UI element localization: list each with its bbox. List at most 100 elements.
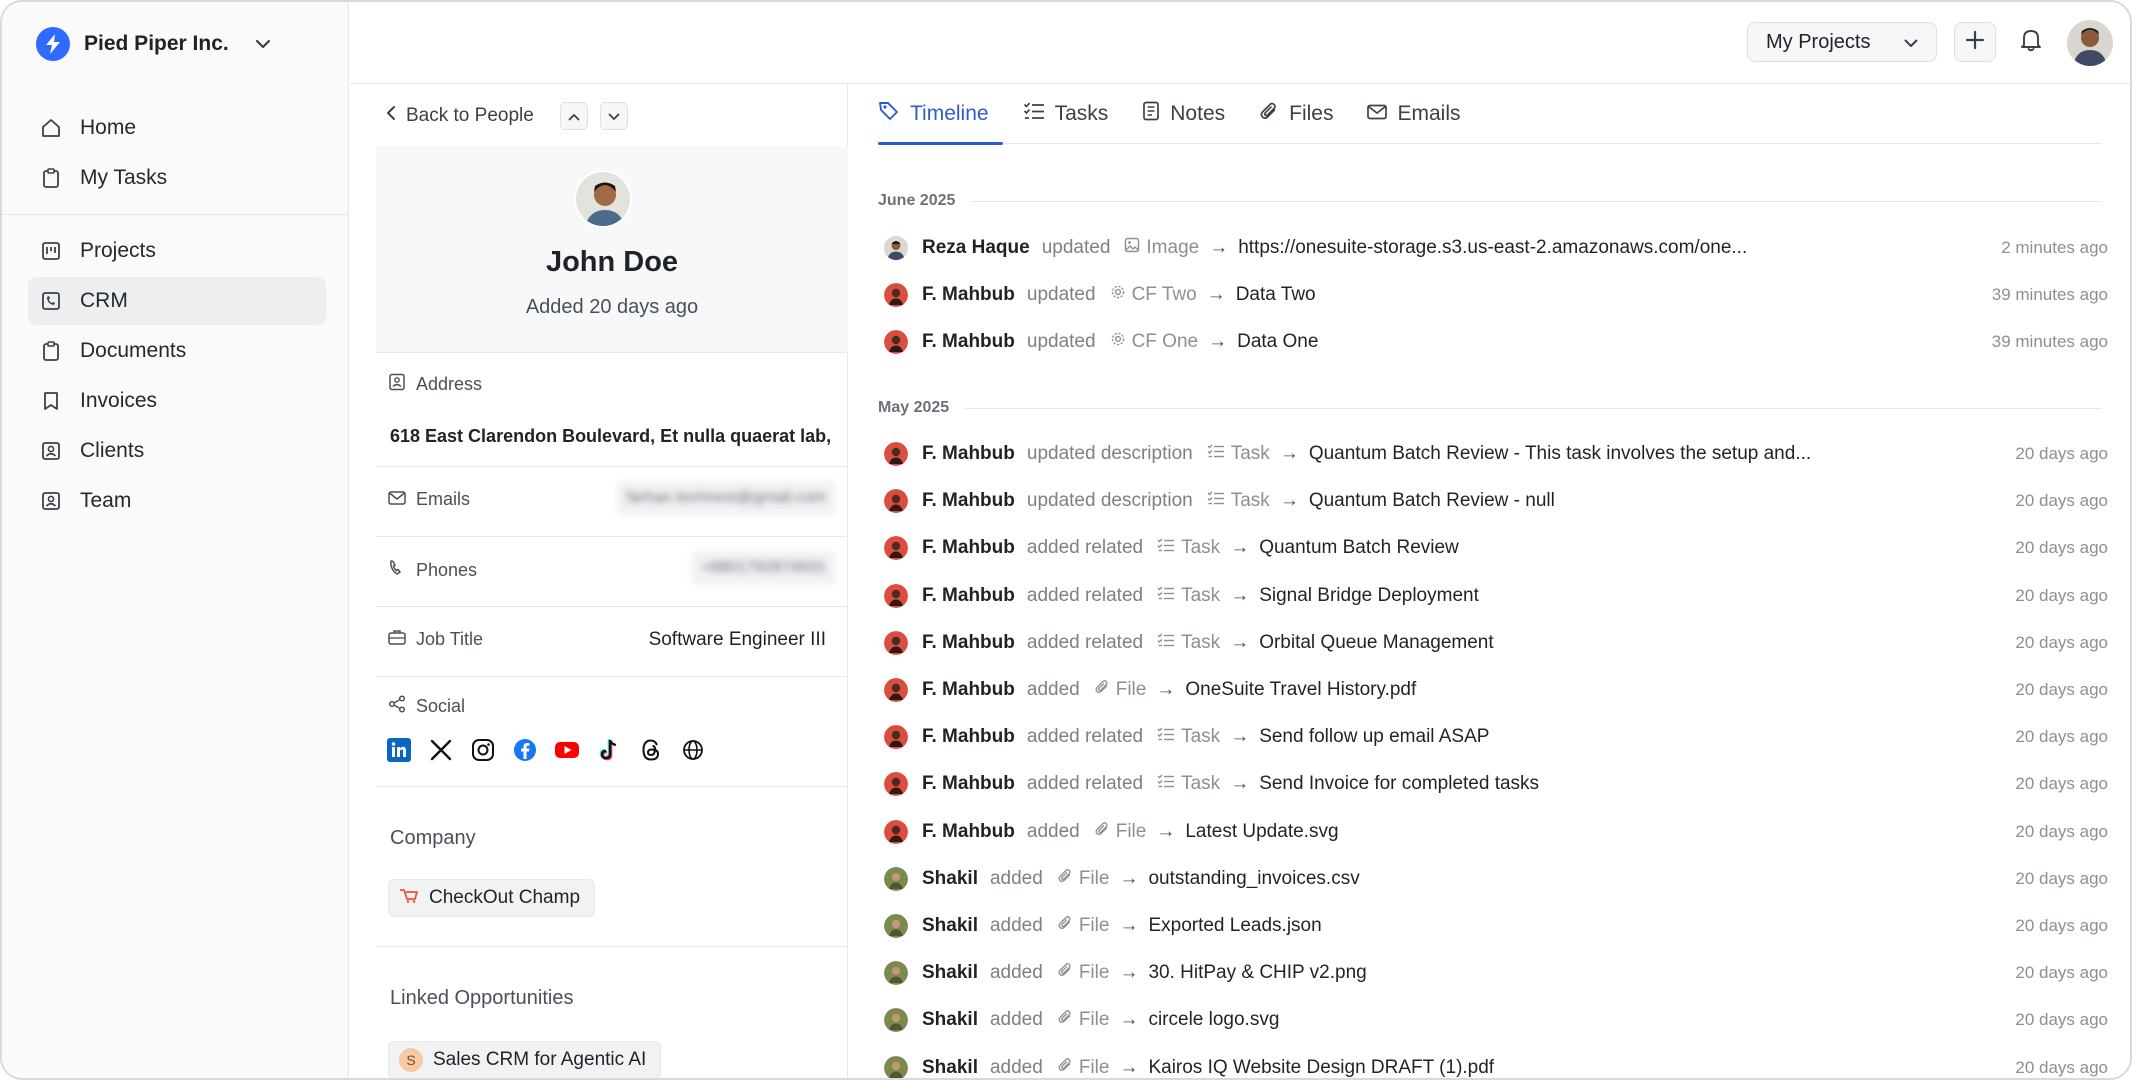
image-icon xyxy=(1124,237,1140,259)
timeline-row[interactable]: F. Mahbub added related Task → Send follow u… xyxy=(884,717,2108,757)
actor-name[interactable]: Shakil xyxy=(922,962,978,984)
emails-label-row: Emails xyxy=(388,489,470,510)
company-title: Company xyxy=(390,827,476,849)
phone-value[interactable]: +8801792874931 xyxy=(690,551,836,585)
actor-name[interactable]: F. Mahbub xyxy=(922,679,1015,701)
sidebar-item-home[interactable]: Home xyxy=(28,104,326,152)
globe-icon[interactable] xyxy=(680,737,706,763)
tab-tasks[interactable]: Tasks xyxy=(1023,84,1108,144)
actor-name[interactable]: F. Mahbub xyxy=(922,726,1015,748)
previous-person-button[interactable] xyxy=(559,102,588,130)
entity-link[interactable]: https://onesuite-storage.s3.us-east-2.am… xyxy=(1238,237,1747,259)
actor-name[interactable]: Shakil xyxy=(922,1009,978,1031)
threads-icon[interactable] xyxy=(638,737,664,763)
actor-name[interactable]: F. Mahbub xyxy=(922,585,1015,607)
timeline-row[interactable]: F. Mahbub updated CF One → Data One 39 minute… xyxy=(884,322,2108,362)
next-person-button[interactable] xyxy=(599,102,628,130)
entity-link[interactable]: Orbital Queue Management xyxy=(1259,632,1493,654)
entity-link[interactable]: OneSuite Travel History.pdf xyxy=(1185,679,1416,701)
action-text: added xyxy=(989,915,1043,936)
entity-link[interactable]: 30. HitPay & CHIP v2.png xyxy=(1148,962,1366,984)
entity-link[interactable]: Send follow up email ASAP xyxy=(1259,726,1489,748)
facebook-icon[interactable] xyxy=(512,737,538,763)
opportunity-chip[interactable]: S Sales CRM for Agentic AI xyxy=(388,1041,662,1078)
sidebar-item-projects[interactable]: Projects xyxy=(28,227,326,275)
sidebar-item-invoices[interactable]: Invoices xyxy=(28,377,326,425)
actor-name[interactable]: F. Mahbub xyxy=(922,821,1015,843)
project-select[interactable]: My Projects xyxy=(1747,22,1937,62)
timeline-row[interactable]: Shakil added File → circele logo.svg 20 days … xyxy=(884,1000,2108,1040)
timeline-row[interactable]: F. Mahbub updated CF Two → Data Two 39 minute… xyxy=(884,275,2108,315)
entity-link[interactable]: Exported Leads.json xyxy=(1148,915,1321,937)
actor-name[interactable]: Shakil xyxy=(922,1057,978,1078)
actor-name[interactable]: F. Mahbub xyxy=(922,284,1015,306)
timeline-row[interactable]: F. Mahbub added related Task → Orbital Queue… xyxy=(884,623,2108,663)
month-label: May 2025 xyxy=(878,399,950,416)
timeline-row[interactable]: F. Mahbub added related Task → Quantum Batch… xyxy=(884,528,2108,568)
tab-emails[interactable]: Emails xyxy=(1367,84,1460,144)
entity-link[interactable]: Kairos IQ Website Design DRAFT (1).pdf xyxy=(1148,1057,1494,1078)
entity-link[interactable]: Data Two xyxy=(1236,284,1316,306)
timeline-row[interactable]: F. Mahbub added related Task → Signal Bridge… xyxy=(884,576,2108,616)
timeline-row[interactable]: Reza Haque updated Image → https://onesuite-… xyxy=(884,228,2108,268)
actor-name[interactable]: F. Mahbub xyxy=(922,773,1015,795)
entity-link[interactable]: Signal Bridge Deployment xyxy=(1259,585,1479,607)
arrow-right-icon: → xyxy=(1119,1009,1139,1031)
sidebar-item-clients[interactable]: Clients xyxy=(28,427,326,475)
org-switcher[interactable]: Pied Piper Inc. xyxy=(36,24,271,64)
entity-link[interactable]: Latest Update.svg xyxy=(1185,821,1338,843)
timeline-row[interactable]: Shakil added File → 30. HitPay & CHIP v2.png… xyxy=(884,953,2108,993)
actor-name[interactable]: F. Mahbub xyxy=(922,632,1015,654)
emails-field: Emails farhan.technext@gmail.com xyxy=(376,466,848,536)
entity-link[interactable]: Quantum Batch Review - This task involve… xyxy=(1309,443,1811,465)
timeline-row[interactable]: Shakil added File → Kairos IQ Website Design… xyxy=(884,1048,2108,1078)
timeline-row[interactable]: F. Mahbub updated description Task → Quantum… xyxy=(884,434,2108,474)
x-twitter-icon[interactable] xyxy=(428,737,454,763)
user-avatar[interactable] xyxy=(2067,20,2113,66)
sidebar-item-crm[interactable]: CRM xyxy=(28,277,326,325)
entity-link[interactable]: Quantum Batch Review xyxy=(1259,537,1459,559)
checklist-icon xyxy=(1207,490,1225,512)
add-button[interactable] xyxy=(1954,22,1996,62)
timeline-row[interactable]: F. Mahbub added File → OneSuite Travel Histo… xyxy=(884,670,2108,710)
company-chip[interactable]: CheckOut Champ xyxy=(388,879,596,917)
entity-link[interactable]: Quantum Batch Review - null xyxy=(1309,490,1555,512)
sidebar-item-label: Home xyxy=(80,116,137,139)
tab-files[interactable]: Files xyxy=(1259,84,1333,144)
sidebar-item-documents[interactable]: Documents xyxy=(28,327,326,375)
actor-name[interactable]: F. Mahbub xyxy=(922,537,1015,559)
linkedin-icon[interactable] xyxy=(386,737,412,763)
sidebar-item-label: Documents xyxy=(80,339,187,362)
actor-name[interactable]: Shakil xyxy=(922,915,978,937)
email-value[interactable]: farhan.technext@gmail.com xyxy=(616,481,836,515)
entity-link[interactable]: Send Invoice for completed tasks xyxy=(1259,773,1539,795)
timeline-row[interactable]: F. Mahbub updated description Task → Quantum… xyxy=(884,481,2108,521)
actor-name[interactable]: Shakil xyxy=(922,868,978,890)
entity-link[interactable]: outstanding_invoices.csv xyxy=(1148,868,1359,890)
timestamp: 20 days ago xyxy=(2015,538,2108,558)
timestamp: 20 days ago xyxy=(2015,916,2108,935)
actor-name[interactable]: F. Mahbub xyxy=(922,490,1015,512)
timeline-row[interactable]: Shakil added File → Exported Leads.json 20 da… xyxy=(884,906,2108,946)
timeline-row[interactable]: Shakil added File → outstanding_invoices.csv… xyxy=(884,859,2108,899)
timeline-row[interactable]: F. Mahbub added related Task → Send Invoice … xyxy=(884,764,2108,804)
company-logo-icon xyxy=(399,887,419,909)
timeline-row[interactable]: F. Mahbub added File → Latest Update.svg 20 d… xyxy=(884,812,2108,852)
actor-name[interactable]: F. Mahbub xyxy=(922,331,1015,353)
back-to-people-link[interactable]: Back to People xyxy=(386,105,534,127)
sidebar-item-team[interactable]: Team xyxy=(28,477,326,525)
youtube-icon[interactable] xyxy=(554,737,580,763)
sidebar-item-my-tasks[interactable]: My Tasks xyxy=(28,154,326,202)
entity-link[interactable]: circele logo.svg xyxy=(1148,1009,1279,1031)
actor-name[interactable]: F. Mahbub xyxy=(922,443,1015,465)
actor-name[interactable]: Reza Haque xyxy=(922,237,1030,259)
month-divider-june: June 2025 xyxy=(878,192,2102,210)
notifications-button[interactable] xyxy=(2014,24,2048,60)
tiktok-icon[interactable] xyxy=(596,737,622,763)
timestamp: 20 days ago xyxy=(2015,868,2108,888)
entity-link[interactable]: Data One xyxy=(1237,331,1318,353)
tab-notes[interactable]: Notes xyxy=(1142,84,1225,144)
tab-timeline[interactable]: Timeline xyxy=(878,84,1003,145)
tab-label: Files xyxy=(1289,102,1334,125)
instagram-icon[interactable] xyxy=(470,737,496,763)
